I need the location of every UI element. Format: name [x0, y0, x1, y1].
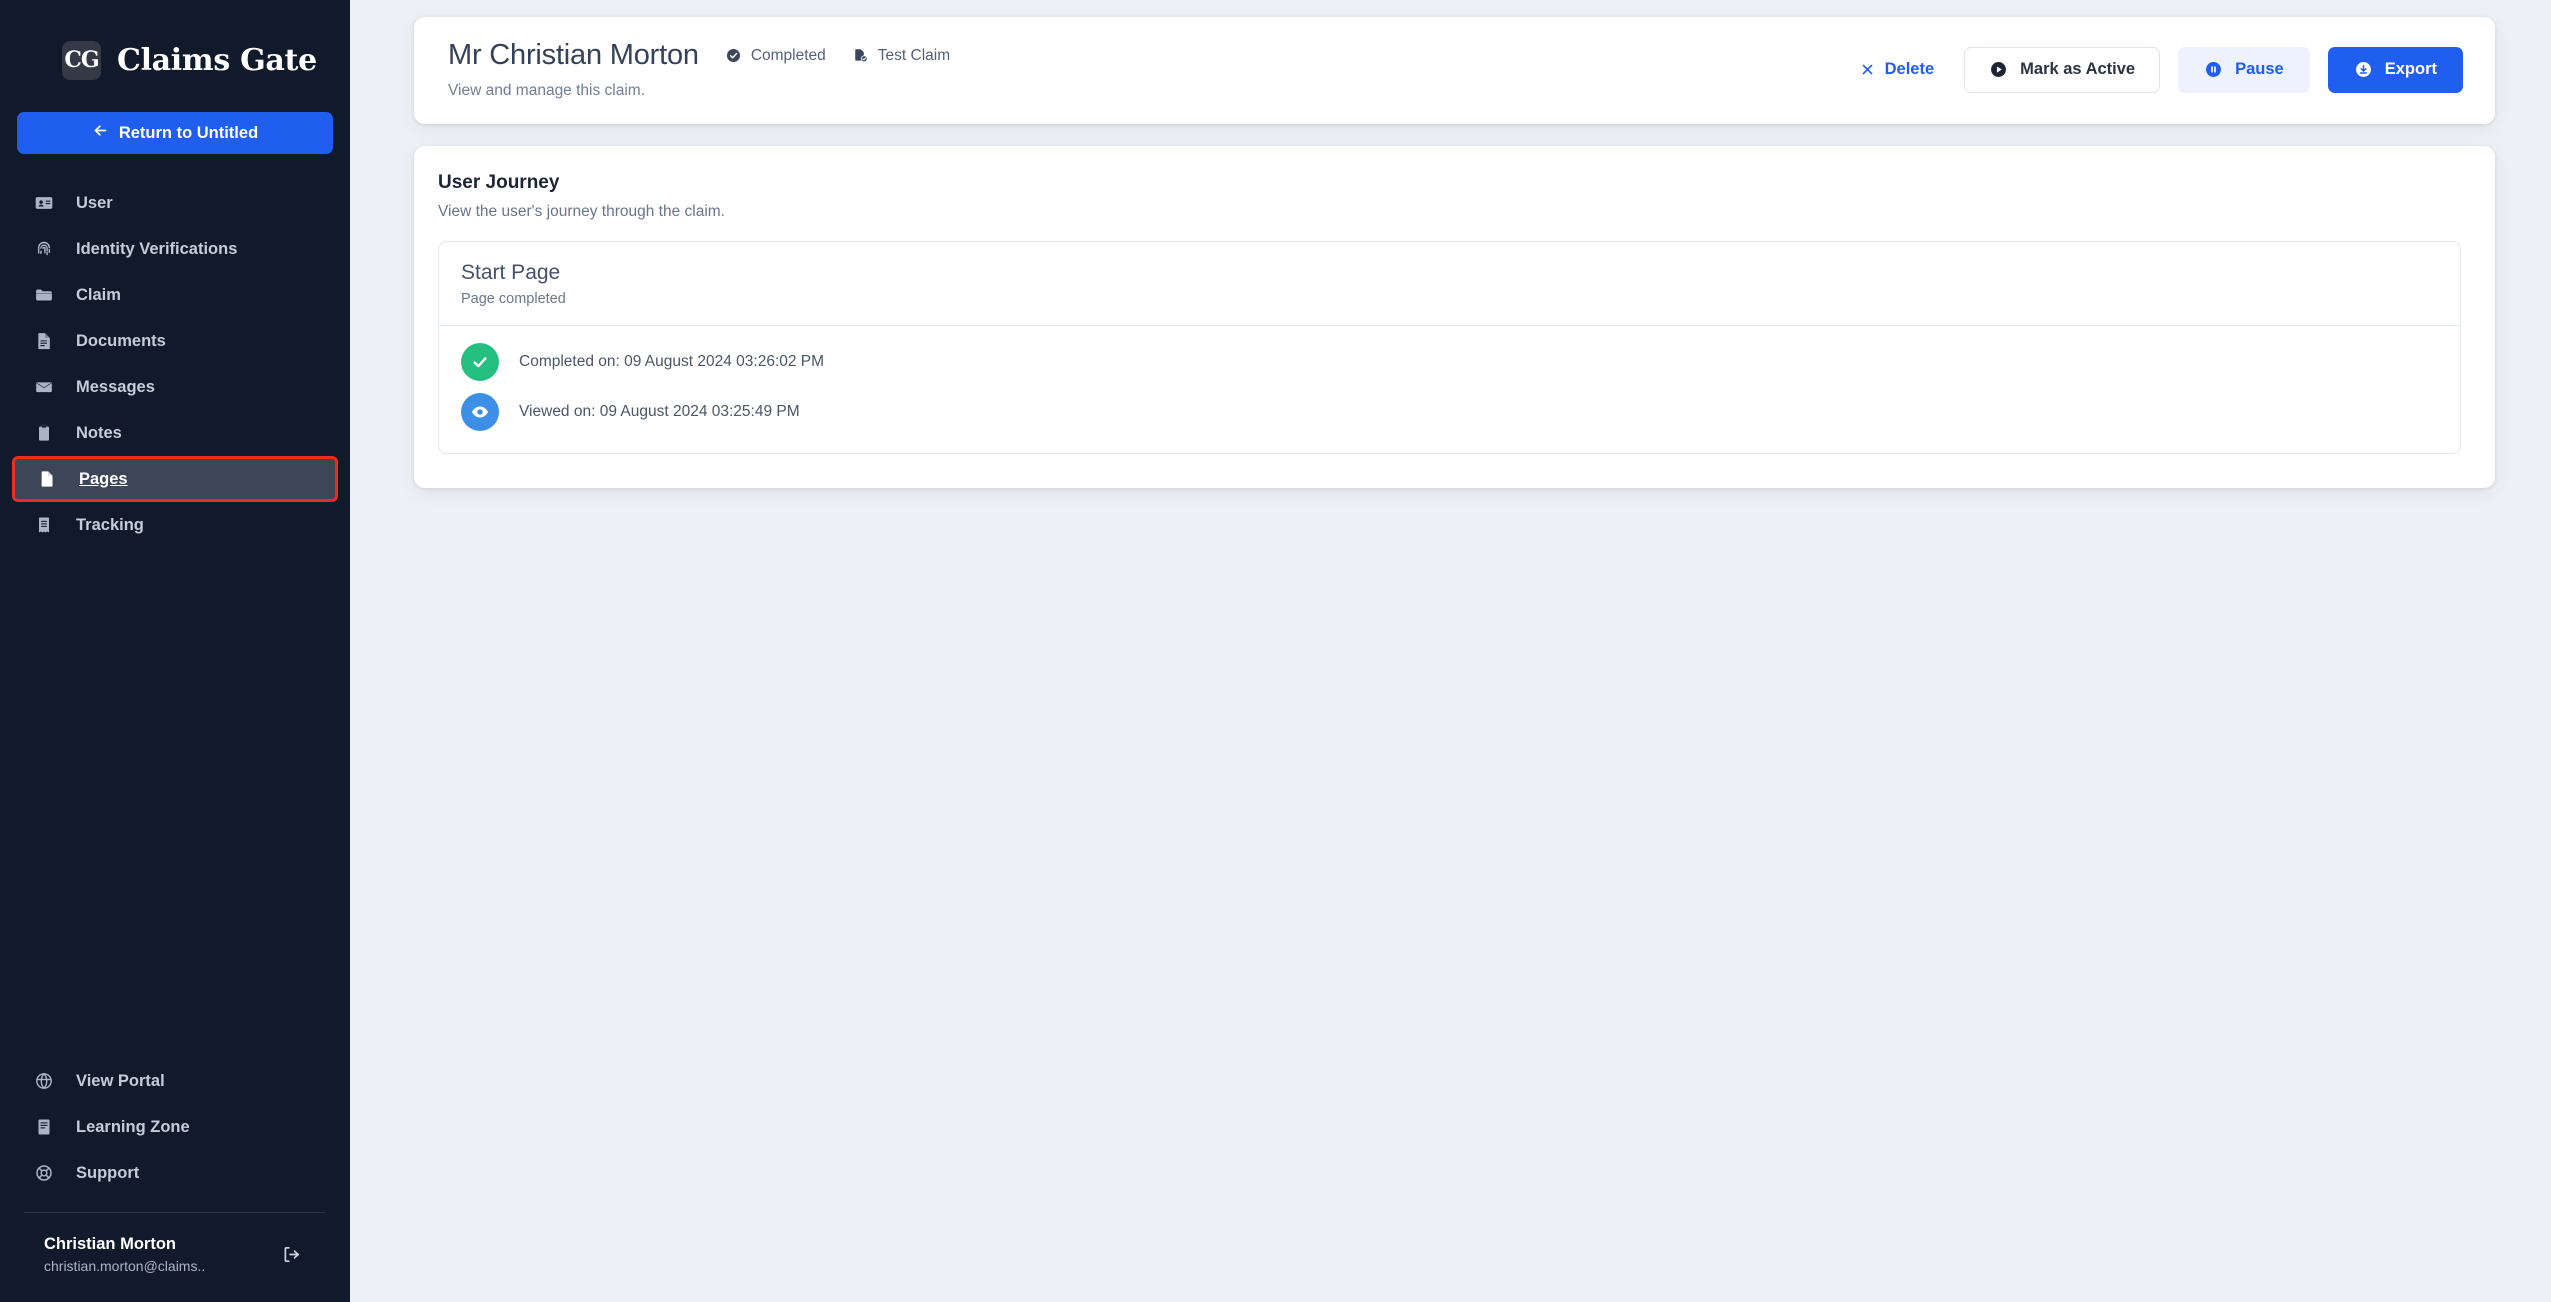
- sidebar-item-label: Tracking: [76, 515, 144, 534]
- sidebar-item-label: Support: [76, 1163, 140, 1182]
- pause-button-label: Pause: [2235, 60, 2284, 78]
- journey-page-panel[interactable]: Start Page Page completed Completed on: …: [438, 241, 2461, 454]
- journey-event-list: Completed on: 09 August 2024 03:26:02 PM…: [439, 326, 2460, 453]
- id-card-icon: [34, 193, 54, 213]
- sidebar-item-view-portal[interactable]: View Portal: [12, 1058, 338, 1104]
- status-badge-label: Completed: [750, 46, 826, 64]
- user-meta: Christian Morton christian.morton@claims…: [44, 1235, 264, 1274]
- page-title: Mr Christian Morton: [448, 39, 699, 71]
- envelope-icon: [34, 377, 54, 397]
- arrow-left-icon: [92, 122, 109, 144]
- header-actions: Delete Mark as Active Pause Export: [1848, 46, 2463, 93]
- export-button[interactable]: Export: [2327, 46, 2463, 93]
- sidebar-item-learning-zone[interactable]: Learning Zone: [12, 1104, 338, 1150]
- document-text-icon: [34, 331, 54, 351]
- fingerprint-icon: [34, 239, 54, 259]
- user-journey-card: User Journey View the user's journey thr…: [414, 146, 2495, 488]
- page-subtitle: View and manage this claim.: [448, 82, 646, 99]
- journey-event-text: Completed on: 09 August 2024 03:26:02 PM: [519, 353, 825, 370]
- export-button-label: Export: [2384, 60, 2437, 78]
- return-to-untitled-button[interactable]: Return to Untitled: [17, 112, 333, 154]
- journey-page-header: Start Page Page completed: [439, 242, 2460, 325]
- brand-name: Claims Gate: [117, 42, 317, 78]
- eye-icon: [461, 393, 499, 431]
- user-journey-title: User Journey: [438, 172, 560, 193]
- user-journey-subtitle: View the user's journey through the clai…: [438, 203, 725, 220]
- sidebar-nav: User Identity Verifications Claim Docume…: [0, 180, 350, 548]
- mark-as-active-button-label: Mark as Active: [2020, 60, 2136, 78]
- return-button-label: Return to Untitled: [118, 123, 259, 142]
- download-circle-icon: [2354, 60, 2373, 79]
- sidebar-item-label: Messages: [76, 377, 155, 396]
- sidebar-item-user[interactable]: User: [12, 180, 338, 226]
- journey-event-text: Viewed on: 09 August 2024 03:25:49 PM: [519, 403, 800, 420]
- close-x-icon: [1860, 62, 1875, 77]
- sidebar: CG Claims Gate Return to Untitled User I…: [0, 0, 350, 1302]
- claim-header-card: Mr Christian Morton Completed Test Claim: [414, 17, 2495, 124]
- delete-button-label: Delete: [1884, 60, 1935, 78]
- sidebar-item-label: Pages: [79, 469, 128, 488]
- sidebar-item-tracking[interactable]: Tracking: [12, 502, 338, 548]
- sidebar-item-label: Notes: [76, 423, 122, 442]
- app-root: CG Claims Gate Return to Untitled User I…: [0, 0, 2551, 1302]
- receipt-icon: [34, 515, 54, 535]
- sidebar-item-label: Identity Verifications: [76, 239, 238, 258]
- sidebar-item-label: User: [76, 193, 113, 212]
- pause-button[interactable]: Pause: [2178, 46, 2310, 93]
- sidebar-item-label: Documents: [76, 331, 166, 350]
- journey-page-name: Start Page: [461, 261, 561, 284]
- sidebar-item-claim[interactable]: Claim: [12, 272, 338, 318]
- lifebuoy-icon: [34, 1163, 54, 1183]
- sidebar-item-label: Claim: [76, 285, 121, 304]
- globe-icon: [34, 1071, 54, 1091]
- claims-gate-monogram-icon: CG: [62, 40, 101, 80]
- play-circle-icon: [1989, 60, 2008, 79]
- sidebar-item-messages[interactable]: Messages: [12, 364, 338, 410]
- claim-title-row: Mr Christian Morton Completed Test Claim: [448, 39, 1848, 72]
- mark-as-active-button[interactable]: Mark as Active: [1964, 46, 2161, 93]
- user-email: christian.morton@claims..: [44, 1258, 206, 1274]
- sidebar-item-documents[interactable]: Documents: [12, 318, 338, 364]
- status-badge-test-claim: Test Claim: [852, 47, 950, 65]
- journey-event-row: Completed on: 09 August 2024 03:26:02 PM: [461, 343, 2438, 381]
- sidebar-item-support[interactable]: Support: [12, 1150, 338, 1196]
- folder-icon: [34, 285, 54, 305]
- sidebar-user-box: Christian Morton christian.morton@claims…: [0, 1213, 350, 1292]
- check-icon: [461, 343, 499, 381]
- main-content: Mr Christian Morton Completed Test Claim: [350, 0, 2551, 1302]
- journey-page-status: Page completed: [461, 291, 566, 307]
- status-badge-label: Test Claim: [877, 46, 951, 64]
- sidebar-item-identity-verifications[interactable]: Identity Verifications: [12, 226, 338, 272]
- user-name: Christian Morton: [44, 1235, 176, 1253]
- sidebar-item-label: Learning Zone: [76, 1117, 190, 1136]
- status-badge-completed: Completed: [725, 47, 826, 65]
- user-journey-body: Start Page Page completed Completed on: …: [414, 241, 2495, 454]
- logout-icon[interactable]: [278, 1242, 304, 1268]
- check-circle-icon: [725, 47, 742, 64]
- sidebar-bottom: View Portal Learning Zone Support Christ…: [0, 1058, 350, 1302]
- user-journey-header: User Journey View the user's journey thr…: [414, 146, 2495, 241]
- sidebar-item-pages[interactable]: Pages: [12, 456, 338, 502]
- sidebar-item-notes[interactable]: Notes: [12, 410, 338, 456]
- clipboard-icon: [34, 423, 54, 443]
- brand: CG Claims Gate: [0, 0, 350, 92]
- page-icon: [37, 469, 57, 489]
- test-claim-icon: [852, 47, 869, 64]
- claim-header-left: Mr Christian Morton Completed Test Claim: [434, 39, 1848, 100]
- delete-button[interactable]: Delete: [1848, 47, 1947, 93]
- sidebar-item-label: View Portal: [76, 1071, 165, 1090]
- book-icon: [34, 1117, 54, 1137]
- journey-event-row: Viewed on: 09 August 2024 03:25:49 PM: [461, 393, 2438, 431]
- pause-circle-icon: [2204, 60, 2223, 79]
